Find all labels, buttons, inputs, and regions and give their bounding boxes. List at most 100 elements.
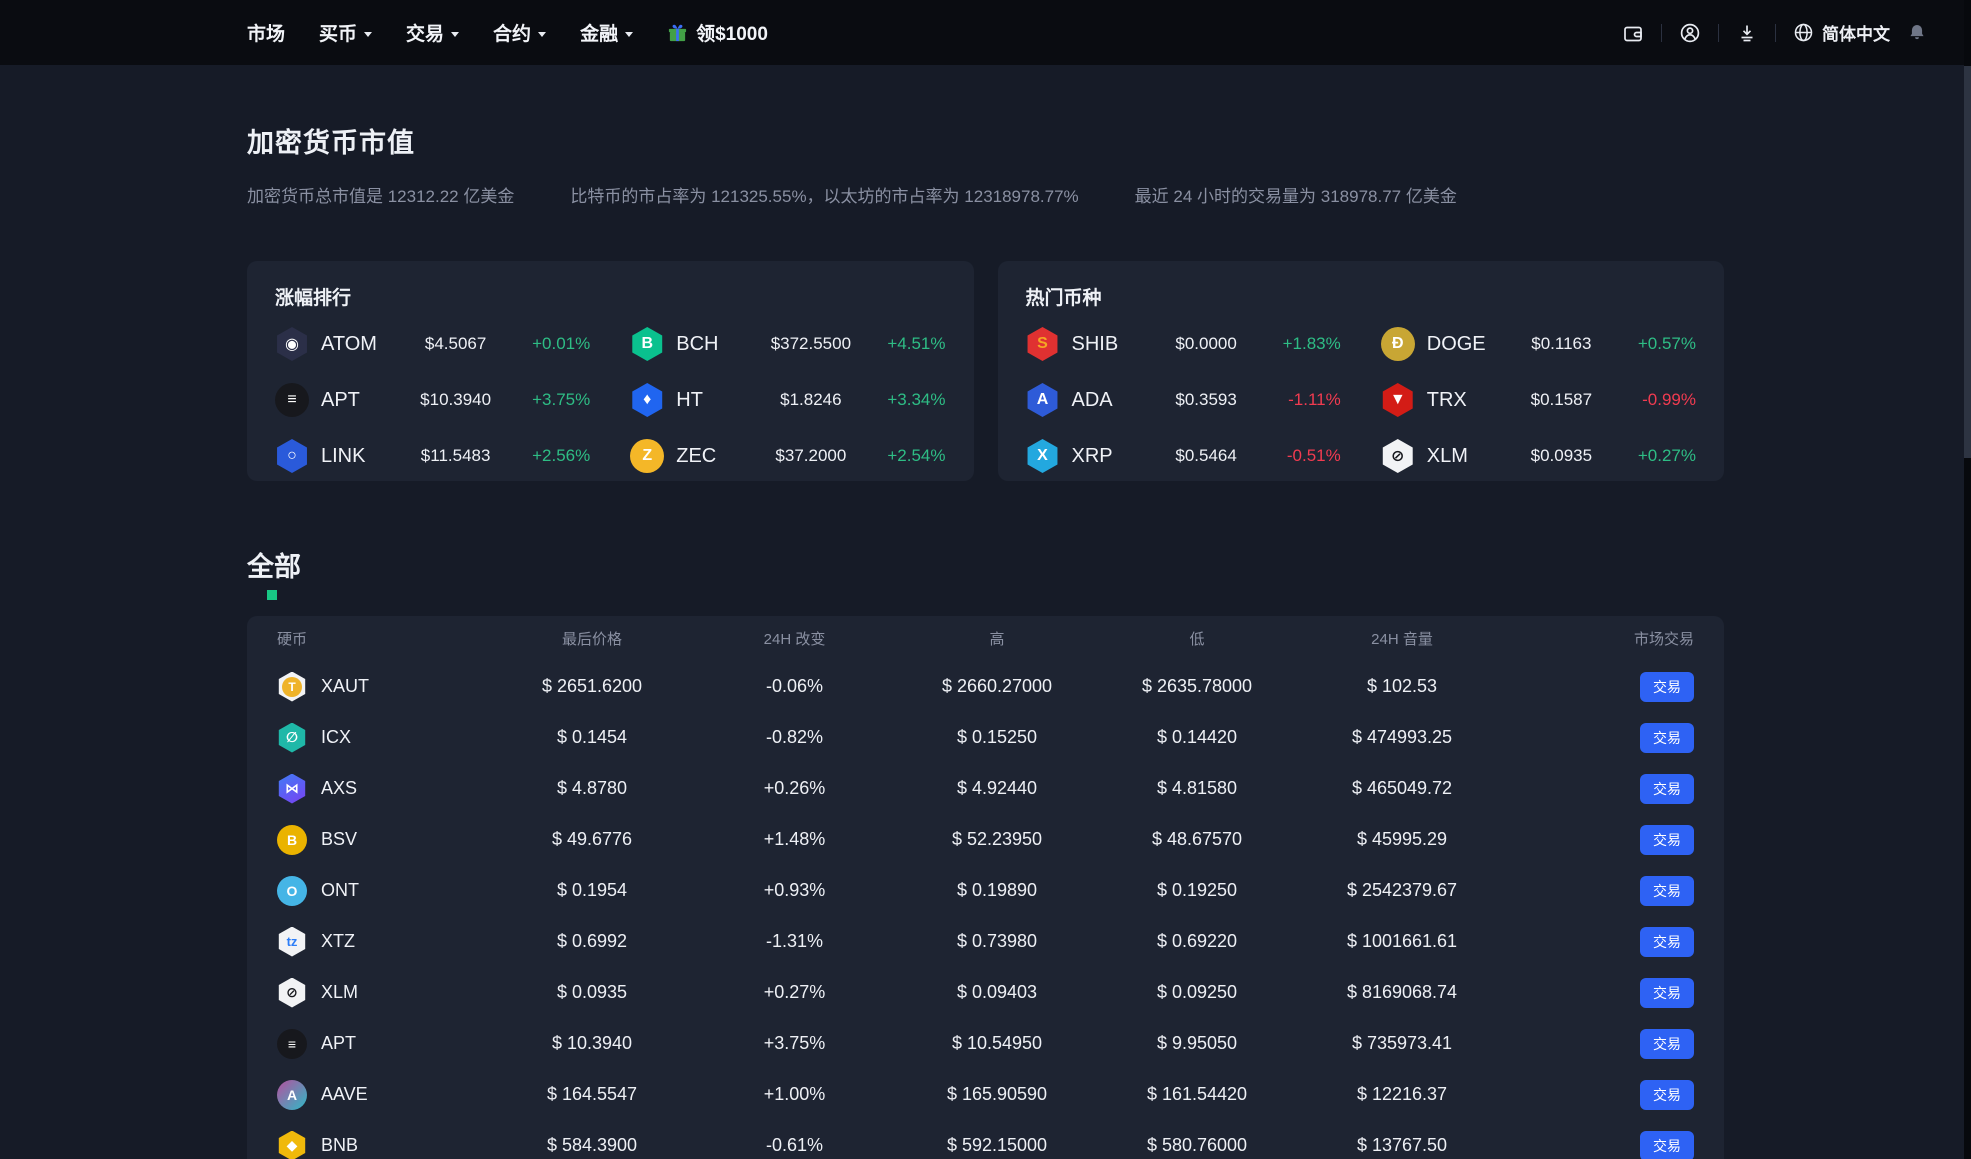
- cell-change: -0.61%: [765, 1135, 824, 1155]
- card-coin-row-xlm[interactable]: ⊘ XLM $0.0935 +0.27%: [1381, 428, 1696, 484]
- coin-price: $0.5464: [1175, 446, 1237, 465]
- trade-button-xtz[interactable]: 交易: [1640, 926, 1694, 957]
- nav-item-label: 交易: [406, 24, 445, 45]
- trade-button-xlm[interactable]: 交易: [1640, 977, 1694, 1008]
- card-coin-row-link[interactable]: ○ LINK $11.5483 +2.56%: [275, 428, 590, 484]
- trade-button-apt[interactable]: 交易: [1640, 1028, 1694, 1059]
- atom-coin-icon: ◉: [277, 327, 307, 361]
- account-icon[interactable]: [1679, 22, 1701, 44]
- cell-change: +3.75%: [763, 1033, 826, 1053]
- cell-low: $ 9.95050: [1156, 1033, 1238, 1053]
- coin-change: +0.27%: [1637, 446, 1696, 465]
- ada-coin-icon: A: [1027, 383, 1058, 417]
- gainers-card: 涨幅排行 ◉ ATOM $4.5067 +0.01% B BCH $372.5500 +4.5…: [247, 261, 974, 481]
- download-icon[interactable]: [1736, 22, 1758, 44]
- nav-item-contract[interactable]: 合约: [493, 19, 547, 46]
- coin-cell: ⋈ AXS: [277, 773, 452, 804]
- table-body: T XAUT $ 2651.6200 -0.06% $ 2660.27000 $ 2635…: [277, 661, 1694, 1159]
- language-selector[interactable]: 简体中文: [1793, 20, 1890, 45]
- table-row-xaut: T XAUT $ 2651.6200 -0.06% $ 2660.27000 $ 2635…: [277, 661, 1694, 712]
- card-coin-row-trx[interactable]: ▼ TRX $0.1587 -0.99%: [1381, 372, 1696, 428]
- card-coin-row-ada[interactable]: A ADA $0.3593 -1.11%: [1026, 372, 1341, 428]
- scrollbar-thumb[interactable]: [1964, 66, 1971, 458]
- table-row-aave: A AAVE $ 164.5547 +1.00% $ 165.90590 $ 161.54…: [277, 1069, 1694, 1120]
- card-coin-row-apt[interactable]: ≡ APT $10.3940 +3.75%: [275, 372, 590, 428]
- cell-high: $ 52.23950: [951, 829, 1043, 849]
- summary-cards: 涨幅排行 ◉ ATOM $4.5067 +0.01% B BCH $372.5500 +4.5…: [247, 261, 1724, 481]
- trade-button-cell: 交易: [1547, 1130, 1694, 1159]
- coin-cell: A AAVE: [277, 1079, 452, 1110]
- apt-coin-icon: ≡: [275, 383, 309, 417]
- coin-change: +2.56%: [532, 446, 591, 465]
- card-coin-row-doge[interactable]: Ð DOGE $0.1163 +0.57%: [1380, 316, 1696, 372]
- nav-item-market[interactable]: 市场: [247, 19, 285, 46]
- trade-button-aave[interactable]: 交易: [1640, 1079, 1694, 1110]
- stat-total-marketcap: 加密货币总市值是 12312.22 亿美金: [247, 187, 515, 206]
- col-header-trade: 市场交易: [1633, 631, 1694, 648]
- coin-change: -0.51%: [1286, 446, 1341, 465]
- cell-low: $ 0.69220: [1156, 931, 1238, 951]
- coin-icon-glyph: T: [282, 676, 302, 697]
- coin-symbol: XLM: [321, 982, 359, 1002]
- trade-button-icx[interactable]: 交易: [1640, 722, 1694, 753]
- card-coin-row-atom[interactable]: ◉ ATOM $4.5067 +0.01%: [275, 316, 590, 372]
- hot-coins-card: 热门币种 S SHIB $0.0000 +1.83% Ð DOGE $0.1163 +0.57…: [997, 261, 1724, 484]
- nav-item-label: 金融: [580, 24, 619, 45]
- gainers-card-grid: ◉ ATOM $4.5067 +0.01% B BCH $372.5500 +4.51% ≡ AP…: [275, 316, 946, 484]
- trade-button-cell: 交易: [1547, 722, 1694, 753]
- nav-item-trade[interactable]: 交易: [406, 19, 460, 46]
- col-header-coin: 硬币: [277, 631, 308, 648]
- cell-high: $ 0.73980: [956, 931, 1038, 951]
- divider: [1775, 23, 1776, 42]
- trade-button-xaut[interactable]: 交易: [1640, 671, 1694, 702]
- chevron-down-icon: [538, 31, 547, 37]
- ont-coin-icon: O: [277, 875, 307, 906]
- nav-item-label: 市场: [247, 24, 286, 45]
- nav-item-label: 合约: [493, 24, 532, 45]
- divider: [1661, 23, 1662, 42]
- nav-bonus-link[interactable]: 领$1000: [667, 19, 768, 46]
- doge-coin-icon: Ð: [1380, 327, 1415, 361]
- trade-button-bnb[interactable]: 交易: [1640, 1130, 1694, 1159]
- nav-item-finance[interactable]: 金融: [580, 19, 634, 46]
- card-coin-row-shib[interactable]: S SHIB $0.0000 +1.83%: [1026, 316, 1341, 372]
- card-coin-row-bch[interactable]: B BCH $372.5500 +4.51%: [630, 316, 946, 372]
- cell-high: $ 10.54950: [951, 1033, 1043, 1053]
- cell-last: $ 10.3940: [551, 1033, 633, 1053]
- bell-icon[interactable]: [1907, 22, 1927, 43]
- axs-coin-icon: ⋈: [278, 773, 306, 804]
- trade-button-bsv[interactable]: 交易: [1640, 824, 1694, 855]
- cell-low: $ 0.09250: [1156, 982, 1238, 1002]
- coin-change: +2.54%: [887, 446, 946, 465]
- coin-price: $0.0000: [1175, 334, 1237, 353]
- card-coin-row-xrp[interactable]: X XRP $0.5464 -0.51%: [1026, 428, 1341, 484]
- cell-high: $ 0.09403: [956, 982, 1038, 1002]
- cell-volume: $ 2542379.67: [1346, 880, 1458, 900]
- coin-price: $372.5500: [770, 334, 852, 353]
- col-header-low: 低: [1189, 631, 1205, 648]
- coins-table: 硬币 最后价格 24H 改变 高 低 24H 音量 市场交易 T XAUT $ 26…: [247, 616, 1724, 1159]
- table-row-bnb: ◆ BNB $ 584.3900 -0.61% $ 592.15000 $ 580.760…: [277, 1120, 1694, 1159]
- coin-symbol: BNB: [321, 1135, 359, 1155]
- card-coin-row-zec[interactable]: Z ZEC $37.2000 +2.54%: [630, 428, 946, 484]
- trade-button-ont[interactable]: 交易: [1640, 875, 1694, 906]
- table-header-row: 硬币 最后价格 24H 改变 高 低 24H 音量 市场交易: [277, 616, 1694, 661]
- table-row-xlm: ⊘ XLM $ 0.0935 +0.27% $ 0.09403 $ 0.09250 $ 81…: [277, 967, 1694, 1018]
- divider: [1718, 23, 1719, 42]
- cell-last: $ 0.0935: [556, 982, 628, 1002]
- card-coin-row-ht[interactable]: ♦ HT $1.8246 +3.34%: [630, 372, 946, 428]
- trade-button-axs[interactable]: 交易: [1640, 773, 1694, 804]
- bch-coin-icon: B: [632, 327, 663, 361]
- coin-change: +0.57%: [1637, 334, 1696, 353]
- nav-item-buy[interactable]: 买币: [319, 19, 373, 46]
- wallet-icon[interactable]: [1622, 22, 1644, 44]
- nav-right-tools: 简体中文: [1622, 20, 1927, 45]
- cell-low: $ 4.81580: [1156, 778, 1238, 798]
- coin-symbol: BSV: [321, 829, 358, 849]
- cell-volume: $ 465049.72: [1351, 778, 1453, 798]
- page-scrollbar[interactable]: [1964, 0, 1971, 1159]
- coin-symbol: XLM: [1426, 444, 1468, 467]
- coin-cell: ◆ BNB: [277, 1130, 452, 1159]
- cell-last: $ 2651.6200: [541, 676, 643, 696]
- cell-last: $ 164.5547: [546, 1084, 638, 1104]
